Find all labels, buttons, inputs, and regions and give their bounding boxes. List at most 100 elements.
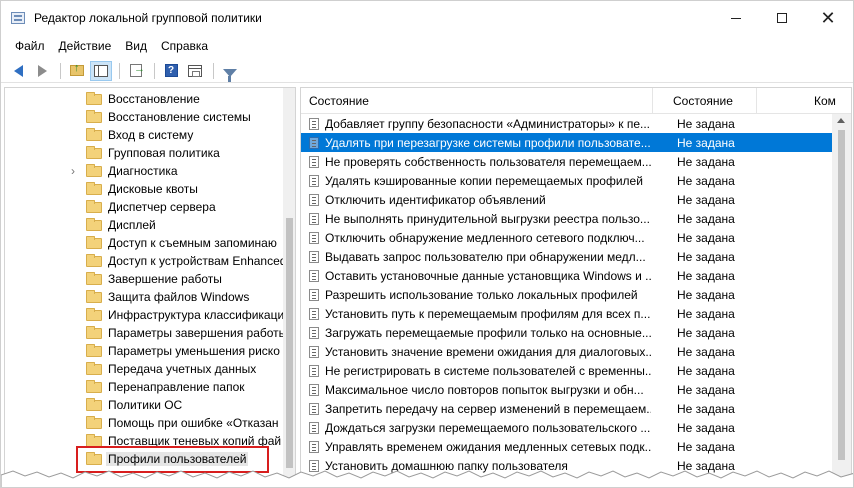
tree-item[interactable]: Инфраструктура классификаци: [5, 306, 285, 324]
folder-icon: [86, 110, 102, 123]
policy-setting-row[interactable]: Управлять временем ожидания медленных се…: [301, 437, 832, 456]
list-scrollbar[interactable]: [832, 114, 851, 487]
tree-item[interactable]: Защита файлов Windows: [5, 288, 285, 306]
policy-setting-name: Не регистрировать в системе пользователе…: [325, 364, 651, 378]
up-one-level-button[interactable]: [66, 61, 88, 81]
tree-item[interactable]: Вход в систему: [5, 126, 285, 144]
tree-item[interactable]: Завершение работы: [5, 270, 285, 288]
tree-item[interactable]: Поставщик теневых копий фай: [5, 432, 285, 450]
tree-item[interactable]: Доступ к устройствам Enhanced: [5, 252, 286, 270]
minimize-button[interactable]: [713, 1, 759, 35]
policy-setting-state: Не задана: [677, 288, 735, 302]
tree-item[interactable]: Дисплей: [5, 216, 285, 234]
toolbar-separator: [60, 62, 61, 79]
tree-item[interactable]: Параметры завершения работы: [5, 324, 287, 342]
folder-icon: [86, 290, 102, 303]
tree-item[interactable]: Доступ к съемным запоминаю: [5, 234, 285, 252]
column-separator[interactable]: [756, 88, 757, 114]
column-header-comment[interactable]: Ком: [814, 94, 836, 108]
policy-setting-state: Не задана: [677, 345, 735, 359]
tree-item[interactable]: Диспетчер сервера: [5, 198, 285, 216]
policy-setting-name: Запретить передачу на сервер изменений в…: [325, 402, 651, 416]
policy-setting-row[interactable]: Удалять кэшированные копии перемещаемых …: [301, 171, 832, 190]
tree-item[interactable]: Политики ОС: [5, 396, 285, 414]
toolbar-separator: [119, 62, 120, 79]
show-hide-tree-button[interactable]: [90, 60, 112, 81]
close-button[interactable]: ✕: [805, 1, 851, 35]
tree-item[interactable]: Профили пользователей: [5, 450, 285, 468]
folder-icon: [86, 434, 102, 447]
policy-setting-row[interactable]: Не выполнять принудительной выгрузки рее…: [301, 209, 832, 228]
maximize-button[interactable]: [759, 1, 805, 35]
folder-icon: [86, 254, 102, 267]
folder-icon: [86, 236, 102, 249]
export-list-icon: [130, 63, 145, 77]
policy-setting-icon: [309, 213, 319, 225]
tree-item-label: Дисплей: [108, 218, 156, 232]
tree-item[interactable]: Дисковые квоты: [5, 180, 285, 198]
policy-setting-icon: [309, 327, 319, 339]
menu-view[interactable]: Вид: [118, 39, 154, 53]
policy-setting-row[interactable]: Максимальное число повторов попыток выгр…: [301, 380, 832, 399]
close-icon: ✕: [820, 7, 836, 28]
tree-item-label: Перенаправление папок: [108, 380, 245, 394]
policy-setting-row[interactable]: Отключить обнаружение медленного сетевог…: [301, 228, 832, 247]
folder-icon: [86, 272, 102, 285]
menu-file[interactable]: Файл: [8, 39, 52, 53]
policy-setting-state: Не задана: [677, 402, 735, 416]
policy-setting-row[interactable]: Установить значение времени ожидания для…: [301, 342, 832, 361]
tree-item[interactable]: Групповая политика: [5, 144, 285, 162]
policy-setting-icon: [309, 384, 319, 396]
policy-setting-icon: [309, 289, 319, 301]
policy-setting-row[interactable]: Запретить передачу на сервер изменений в…: [301, 399, 832, 418]
tree-scrollbar-thumb[interactable]: [286, 218, 293, 468]
forward-button[interactable]: [31, 61, 53, 81]
tree-item[interactable]: Передача учетных данных: [5, 360, 285, 378]
policy-setting-row[interactable]: Удалять при перезагрузке системы профили…: [301, 133, 832, 152]
help-button[interactable]: ?: [160, 61, 182, 81]
policy-setting-row[interactable]: Не регистрировать в системе пользователе…: [301, 361, 832, 380]
policy-setting-row[interactable]: Дождаться загрузки перемещаемого пользов…: [301, 418, 832, 437]
tree-item[interactable]: Помощь при ошибке «Отказан: [5, 414, 285, 432]
policy-setting-state: Не задана: [677, 193, 735, 207]
tree-item[interactable]: Параметры уменьшения риско: [5, 342, 285, 360]
policy-setting-row[interactable]: Загружать перемещаемые профили только на…: [301, 323, 832, 342]
policy-setting-row[interactable]: Отключить идентификатор объявлений Не зад…: [301, 190, 832, 209]
tree-item[interactable]: Восстановление: [5, 90, 285, 108]
policy-setting-icon: [309, 232, 319, 244]
column-header-setting[interactable]: Состояние: [309, 94, 369, 108]
export-list-button[interactable]: [125, 61, 147, 81]
menu-action[interactable]: Действие: [52, 39, 119, 53]
folder-icon: [86, 398, 102, 411]
column-header-state[interactable]: Состояние: [673, 94, 733, 108]
tree-item-label: Инфраструктура классификаци: [108, 308, 285, 322]
policy-setting-row[interactable]: Добавляет группу безопасности «Администр…: [301, 114, 832, 133]
tree-scrollbar[interactable]: [283, 88, 295, 487]
policy-setting-icon: [309, 441, 319, 453]
tree-item[interactable]: Перенаправление папок: [5, 378, 285, 396]
policy-setting-icon: [309, 156, 319, 168]
policy-setting-row[interactable]: Оставить установочные данные установщика…: [301, 266, 832, 285]
tree-item-label: Помощь при ошибке «Отказан: [108, 416, 279, 430]
toolbar: ?: [1, 59, 853, 83]
policy-setting-icon: [309, 194, 319, 206]
tree-item[interactable]: › Диагностика: [5, 162, 285, 180]
tree-item[interactable]: Восстановление системы: [5, 108, 285, 126]
folder-icon: [86, 218, 102, 231]
policy-setting-state: Не задана: [677, 326, 735, 340]
list-scrollbar-thumb[interactable]: [838, 130, 845, 460]
menu-help[interactable]: Справка: [154, 39, 215, 53]
policy-setting-row[interactable]: Выдавать запрос пользователю при обнаруж…: [301, 247, 832, 266]
policy-setting-state: Не задана: [677, 117, 735, 131]
expand-chevron-icon[interactable]: ›: [71, 165, 81, 177]
policy-setting-row[interactable]: Разрешить использование только локальных…: [301, 285, 832, 304]
back-button[interactable]: [7, 61, 29, 81]
scroll-up-arrow-icon[interactable]: [837, 118, 845, 123]
properties-button[interactable]: [184, 61, 206, 81]
policy-setting-row[interactable]: Не проверять собственность пользователя …: [301, 152, 832, 171]
filter-button[interactable]: [219, 61, 241, 82]
policy-setting-row[interactable]: Установить путь к перемещаемым профилям …: [301, 304, 832, 323]
column-separator[interactable]: [652, 88, 653, 114]
policy-setting-name: Отключить обнаружение медленного сетевог…: [325, 231, 645, 245]
policy-setting-icon: [309, 365, 319, 377]
